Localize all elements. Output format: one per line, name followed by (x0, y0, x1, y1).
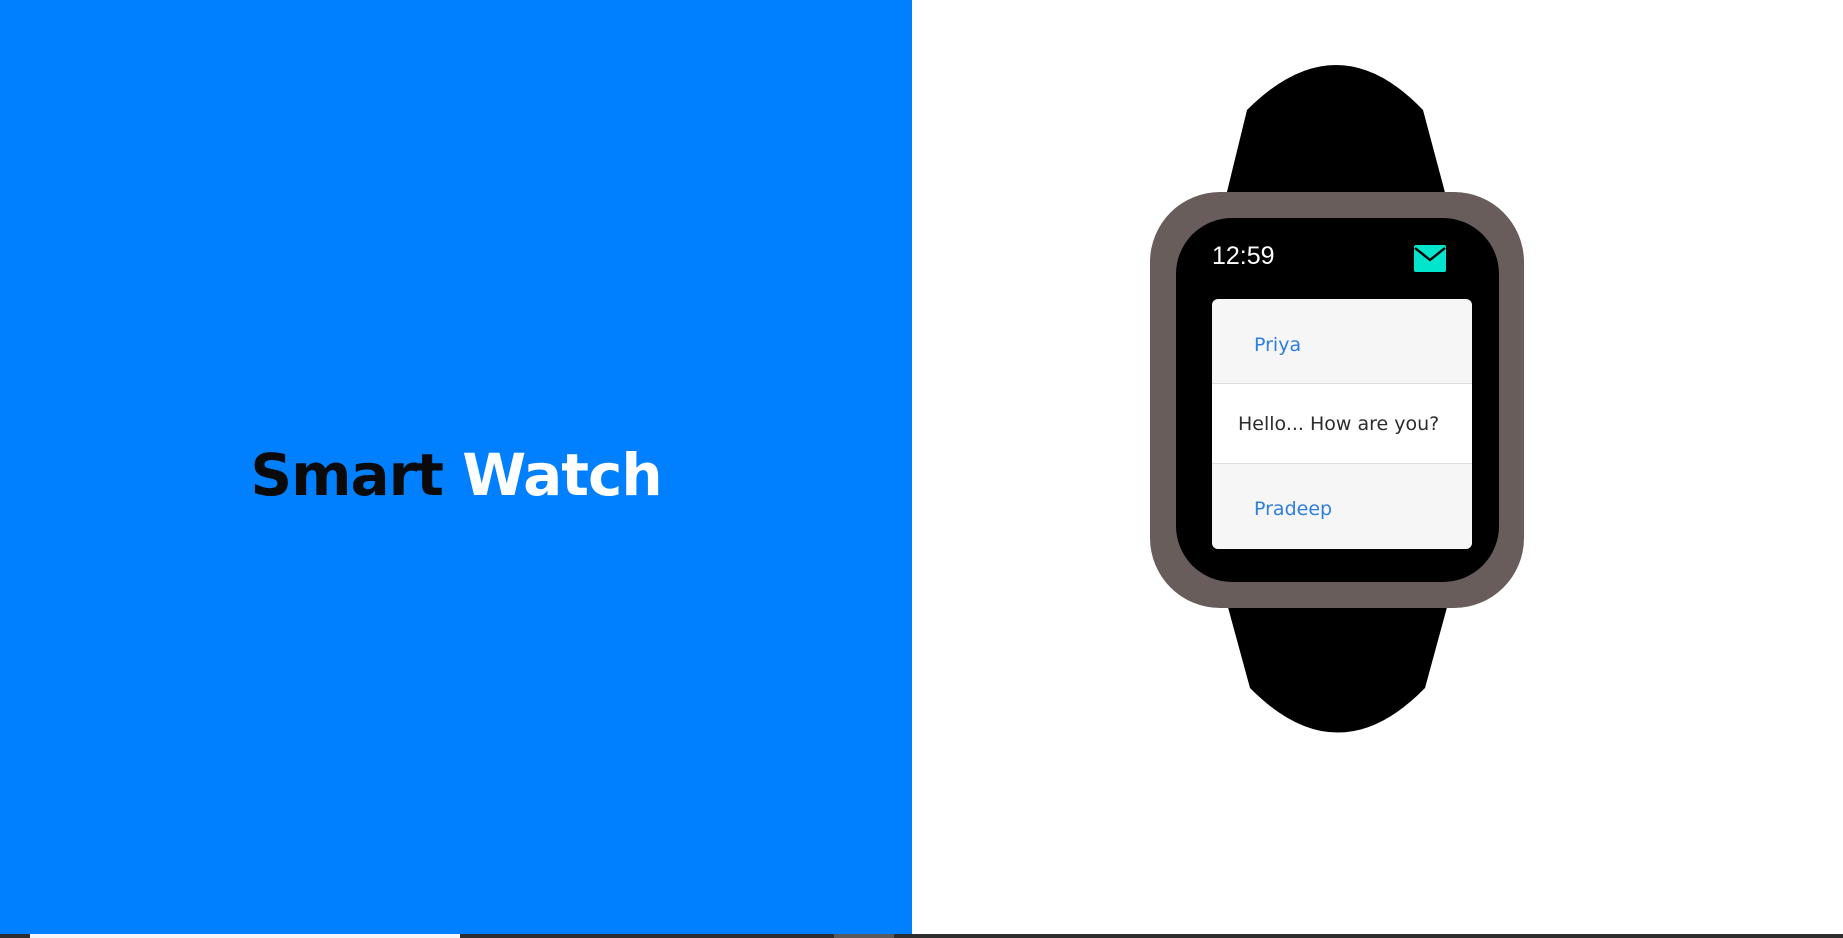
page: Smart Watch 12:59 Priya Hello... How are… (0, 0, 1843, 938)
watch-strap-bottom (1226, 600, 1449, 733)
smartwatch-illustration (1150, 65, 1524, 733)
sender-link-priya[interactable]: Priya (1212, 299, 1472, 384)
sender-link-pradeep[interactable]: Pradeep (1212, 464, 1472, 549)
taskbar-segment (30, 934, 460, 938)
taskbar-segment (834, 934, 894, 938)
watch-strap-top (1225, 65, 1447, 200)
mail-icon[interactable] (1414, 245, 1446, 272)
message-text: Hello... How are you? (1212, 384, 1472, 464)
taskbar-strip (0, 934, 1843, 938)
watch-time: 12:59 (1212, 242, 1275, 270)
message-card: Priya Hello... How are you? Pradeep (1212, 299, 1472, 549)
